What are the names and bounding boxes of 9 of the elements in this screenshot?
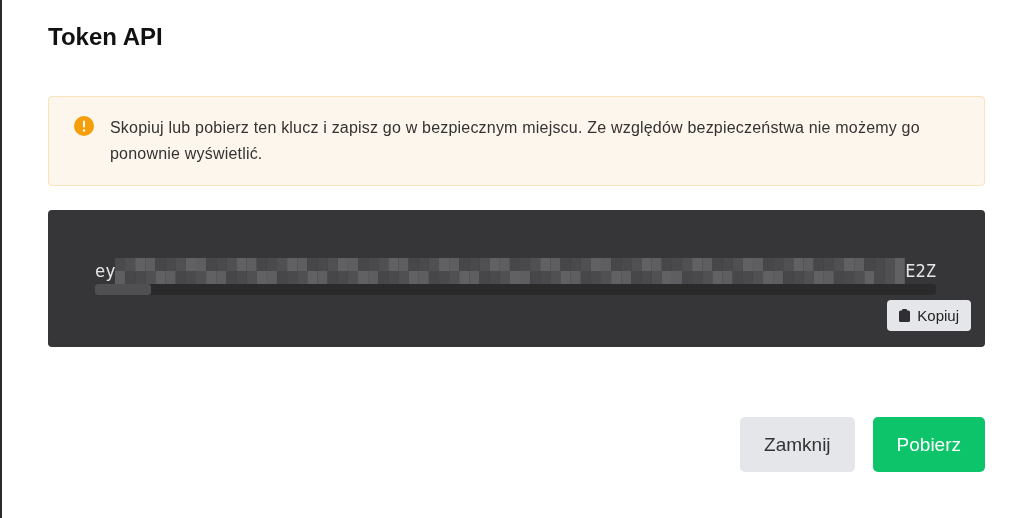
copy-button[interactable]: Kopiuj	[887, 300, 971, 331]
close-button[interactable]: Zamknij	[740, 417, 855, 472]
token-start: ey	[95, 261, 116, 281]
horizontal-scrollbar[interactable]	[95, 284, 936, 295]
clipboard-icon	[899, 309, 911, 322]
dialog-title: Token API	[48, 22, 164, 52]
warning-text: Skopiuj lub pobierz ten klucz i zapisz go w bezpiecznym miejscu. Ze względów bezpieczeństwa nie możemy go ponownie wyświetlić.	[110, 118, 921, 164]
token-end: E2Z	[905, 261, 936, 281]
warning-icon	[74, 116, 94, 136]
